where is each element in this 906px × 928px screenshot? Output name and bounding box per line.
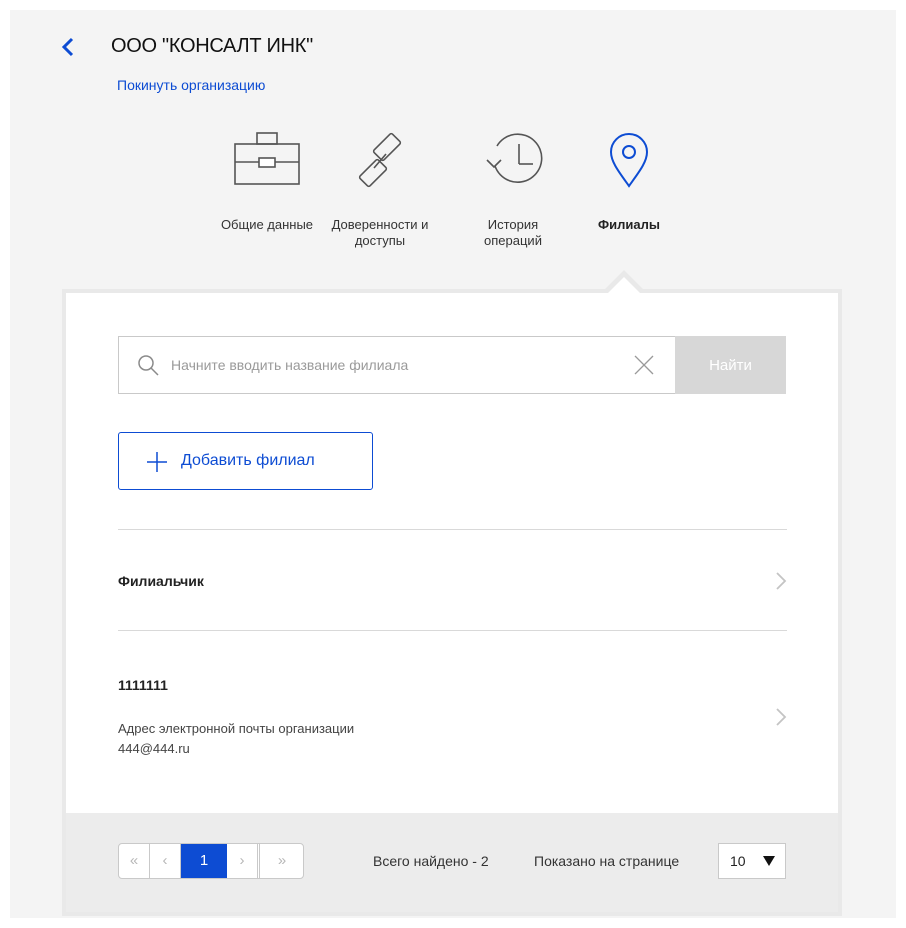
per-page-value: 10 — [730, 853, 746, 869]
active-tab-pointer-inner — [607, 277, 641, 294]
branch-name: Филиальчик — [118, 573, 204, 589]
close-icon[interactable] — [634, 355, 654, 375]
tabs: Общие данные Доверенности и доступы Исто… — [0, 130, 886, 290]
email-label: Адрес электронной почты организации — [118, 721, 355, 736]
tab-label: Общие данные — [220, 217, 314, 232]
per-page-select[interactable]: 10 — [718, 843, 786, 879]
pagination-footer: « ‹ 1 › » Всего найдено - 2 Показано на … — [66, 813, 838, 912]
pagination: « ‹ 1 › » — [118, 843, 304, 879]
tab-label: Филиалы — [598, 217, 660, 232]
search-input[interactable] — [171, 337, 611, 393]
prev-page-button[interactable]: ‹ — [150, 844, 181, 878]
link-icon — [358, 132, 402, 188]
search-field — [118, 336, 676, 394]
next-page-button[interactable]: › — [227, 844, 258, 878]
location-pin-icon — [609, 133, 649, 188]
chevron-right-icon — [776, 572, 787, 590]
chevron-right-icon — [776, 708, 787, 726]
find-button[interactable]: Найти — [675, 336, 786, 394]
search-icon — [138, 355, 159, 376]
add-branch-label: Добавить филиал — [181, 452, 315, 469]
list-item[interactable]: Филиальчик — [118, 530, 787, 630]
last-page-button[interactable]: » — [259, 844, 303, 878]
per-page-label: Показано на странице — [534, 853, 680, 869]
caret-down-icon — [763, 856, 775, 866]
briefcase-icon — [234, 132, 300, 185]
current-page-button[interactable]: 1 — [181, 844, 227, 878]
email-value: 444@444.ru — [118, 741, 190, 756]
page-title: ООО "КОНСАЛТ ИНК" — [111, 35, 313, 57]
add-branch-button[interactable]: Добавить филиал — [118, 432, 373, 490]
plus-icon — [147, 452, 167, 472]
list-item[interactable]: 1111111 Адрес электронной почты организа… — [118, 631, 787, 781]
total-found-text: Всего найдено - 2 — [373, 853, 489, 869]
leave-organization-link[interactable]: Покинуть организацию — [117, 77, 265, 93]
tab-label: История операций — [484, 217, 542, 248]
first-page-button[interactable]: « — [119, 844, 150, 878]
history-icon — [486, 133, 543, 183]
chevron-left-icon[interactable] — [60, 36, 76, 58]
branch-name: 1111111 — [118, 677, 168, 693]
tab-label: Доверенности и доступы — [331, 217, 429, 248]
